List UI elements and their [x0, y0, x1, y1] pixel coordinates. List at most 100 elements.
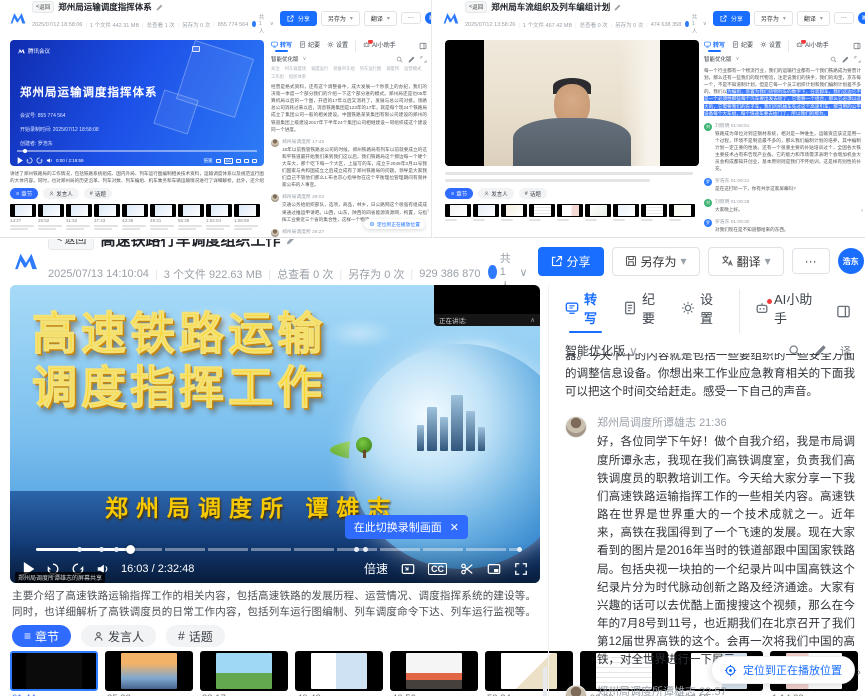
topic-chip[interactable]: 调度所: [386, 66, 399, 72]
chapter-thumbnail[interactable]: 49:21: [150, 204, 176, 230]
user-avatar[interactable]: 浩: [858, 12, 865, 24]
tab-topics[interactable]: # 话题: [519, 188, 547, 199]
tab-minutes[interactable]: 纪要: [732, 40, 753, 52]
subtitles-icon[interactable]: CC: [224, 158, 233, 164]
expand-panel-icon[interactable]: [854, 56, 861, 63]
chapter-thumbnail[interactable]: 46:56: [390, 651, 478, 696]
more-button[interactable]: ···: [834, 12, 854, 24]
speaker-camera-overlay[interactable]: 正在讲话:∧: [434, 285, 540, 326]
chapter-thumbnail[interactable]: 1:08:59: [234, 204, 260, 230]
tab-speakers[interactable]: 发言人: [43, 188, 79, 199]
subtitles-button[interactable]: CC: [428, 563, 447, 575]
collapse-icon[interactable]: ∧: [530, 316, 535, 324]
chapter-thumbnail[interactable]: [501, 204, 527, 221]
speed-button[interactable]: 倍速: [364, 560, 388, 577]
transcript-entry[interactable]: 郑州局调度所 17:45 18年以前我管铁路总公司的时候，郑州铁路局有列车以前就…: [271, 138, 427, 189]
progress-bar[interactable]: [36, 548, 522, 551]
topic-chip[interactable]: 列车运行图: [360, 66, 381, 72]
scrollbar-thumb[interactable]: [543, 667, 547, 696]
edit-icon[interactable]: [842, 56, 849, 63]
translate-button[interactable]: 翻译▾: [364, 11, 397, 26]
topic-chip[interactable]: 调度运行: [311, 66, 328, 72]
back-button[interactable]: < 返回: [48, 239, 94, 250]
topic-chip[interactable]: 指挥体系: [289, 74, 306, 80]
chapter-thumbnail[interactable]: 25:32: [105, 651, 193, 696]
share-button[interactable]: 分享: [713, 11, 750, 26]
pip-button[interactable]: [401, 562, 415, 576]
transcript-entry[interactable]: 郑州局调度所谭雄志 21:36 好，各位同学下午好！做个自我介绍，我是市局调度所…: [565, 414, 855, 669]
transcript-version-select[interactable]: 智能优化版∨: [271, 55, 307, 63]
rewind-icon[interactable]: [26, 157, 33, 164]
tab-topics[interactable]: # 话题: [166, 625, 225, 647]
edit-title-icon[interactable]: [286, 239, 297, 245]
video-player[interactable]: 高速铁路运输调度指挥工作 郑州局调度所 谭雄志 正在讲话:∧ 在此切换录制画面✕: [10, 285, 540, 583]
chapter-thumbnail[interactable]: [641, 204, 667, 221]
chat-entry[interactable]: 罗 罗浩东 01:09:30 对我们现在是不知道都给来的东西。: [704, 218, 861, 233]
chapter-thumbnail[interactable]: 01:44: [10, 651, 98, 696]
progress-bar[interactable]: [17, 150, 257, 152]
miniplayer-button[interactable]: [487, 562, 501, 576]
tab-ai-assistant[interactable]: AI小助手: [788, 40, 829, 52]
edit-title-icon[interactable]: [614, 4, 621, 11]
miniplayer-icon[interactable]: [244, 159, 249, 163]
save-as-button[interactable]: 另存为▾: [754, 11, 793, 26]
edit-title-icon[interactable]: [156, 4, 163, 11]
chapter-thumbnail[interactable]: [585, 204, 611, 221]
chapter-thumbnail[interactable]: 43:36: [122, 204, 148, 230]
viewers-chip[interactable]: 共1人∨: [252, 13, 274, 35]
more-button[interactable]: ···: [792, 248, 830, 274]
save-as-button[interactable]: 另存为▾: [321, 11, 360, 26]
tab-topics[interactable]: # 话题: [84, 188, 112, 199]
tab-speakers[interactable]: 发言人: [478, 188, 514, 199]
save-as-button[interactable]: 另存为▾: [612, 247, 700, 276]
topic-chip[interactable]: 列车调度场: [285, 66, 306, 72]
tab-speakers[interactable]: 发言人: [81, 625, 156, 647]
chapter-marker[interactable]: [77, 547, 82, 552]
chapter-marker[interactable]: [114, 547, 119, 552]
chat-entry[interactable]: 刘 刘晓明 01:08:51 铁路成为单位对到应钢材系统，相对是一种谁生。运输资…: [704, 122, 861, 173]
translate-button[interactable]: 翻译▾: [708, 247, 784, 276]
chapter-thumbnail[interactable]: [613, 204, 639, 221]
transcript-entry[interactable]: 郑州局调度所谭雄志 22:57 中国的这个铁路网络非常庞大，相比其他拥有高铁的日…: [565, 683, 855, 696]
back-button[interactable]: < 返回: [32, 1, 54, 13]
more-button[interactable]: ···: [401, 12, 421, 24]
chapter-thumbnail[interactable]: 37:43: [94, 204, 120, 230]
tab-transcribe[interactable]: 转写: [271, 40, 292, 52]
progress-knob[interactable]: [126, 545, 135, 554]
locate-playing-button[interactable]: 定位到正在播放位置: [364, 219, 425, 229]
panel-toggle-icon[interactable]: [853, 42, 861, 50]
viewers-chip[interactable]: 共1人∨: [685, 13, 707, 35]
forward-icon[interactable]: [36, 157, 43, 164]
chapter-thumbnail[interactable]: [473, 204, 499, 221]
chapter-thumbnail[interactable]: [529, 204, 555, 221]
panel-toggle-icon[interactable]: [419, 42, 427, 50]
close-icon[interactable]: ✕: [450, 521, 459, 534]
chapter-thumbnail[interactable]: 33:17: [200, 651, 288, 696]
chat-entry[interactable]: 罗 罗浩东 01:09:21 是在这打听一下，你有共享这家屏幕吗?: [704, 177, 861, 192]
chapter-thumbnail[interactable]: [557, 204, 583, 221]
translate-button[interactable]: 翻译▾: [797, 11, 830, 26]
chapter-thumbnail[interactable]: 1:02:04: [206, 204, 232, 230]
edit-icon[interactable]: [408, 56, 415, 63]
tab-transcribe[interactable]: 转写: [565, 289, 606, 333]
chapter-marker[interactable]: [363, 547, 368, 552]
chapter-thumbnail[interactable]: [445, 204, 471, 221]
chapter-thumbnail[interactable]: 31:52: [66, 204, 92, 230]
clip-icon[interactable]: [236, 159, 241, 163]
chat-entry[interactable]: 刘 刘晓明 01:09:28 大家晚上好。: [704, 198, 861, 213]
tab-ai-assistant[interactable]: AI小助手: [739, 289, 819, 333]
topic-chip[interactable]: 装备列车组: [333, 66, 354, 72]
locate-playing-button[interactable]: 定位到正在播放位置: [711, 656, 855, 684]
panel-toggle-icon[interactable]: [836, 304, 851, 319]
tab-minutes[interactable]: 纪要: [623, 289, 664, 333]
search-icon[interactable]: [830, 56, 837, 63]
mini-a-video-player[interactable]: 腾讯会议 郑州局运输调度指挥体系 会议号: 855 774 564 开始录制时间…: [10, 40, 264, 166]
chapter-marker[interactable]: [99, 547, 104, 552]
switch-view-tooltip[interactable]: 在此切换录制画面✕: [345, 515, 468, 539]
tab-chapters[interactable]: ≡ 章节: [12, 625, 71, 647]
mini-b-video-player[interactable]: [445, 40, 699, 166]
chapter-thumbnail[interactable]: 55:38: [178, 204, 204, 230]
pip-icon[interactable]: [216, 159, 221, 163]
chapter-thumbnail[interactable]: 14:27: [10, 204, 36, 230]
fullscreen-button[interactable]: [514, 562, 528, 576]
